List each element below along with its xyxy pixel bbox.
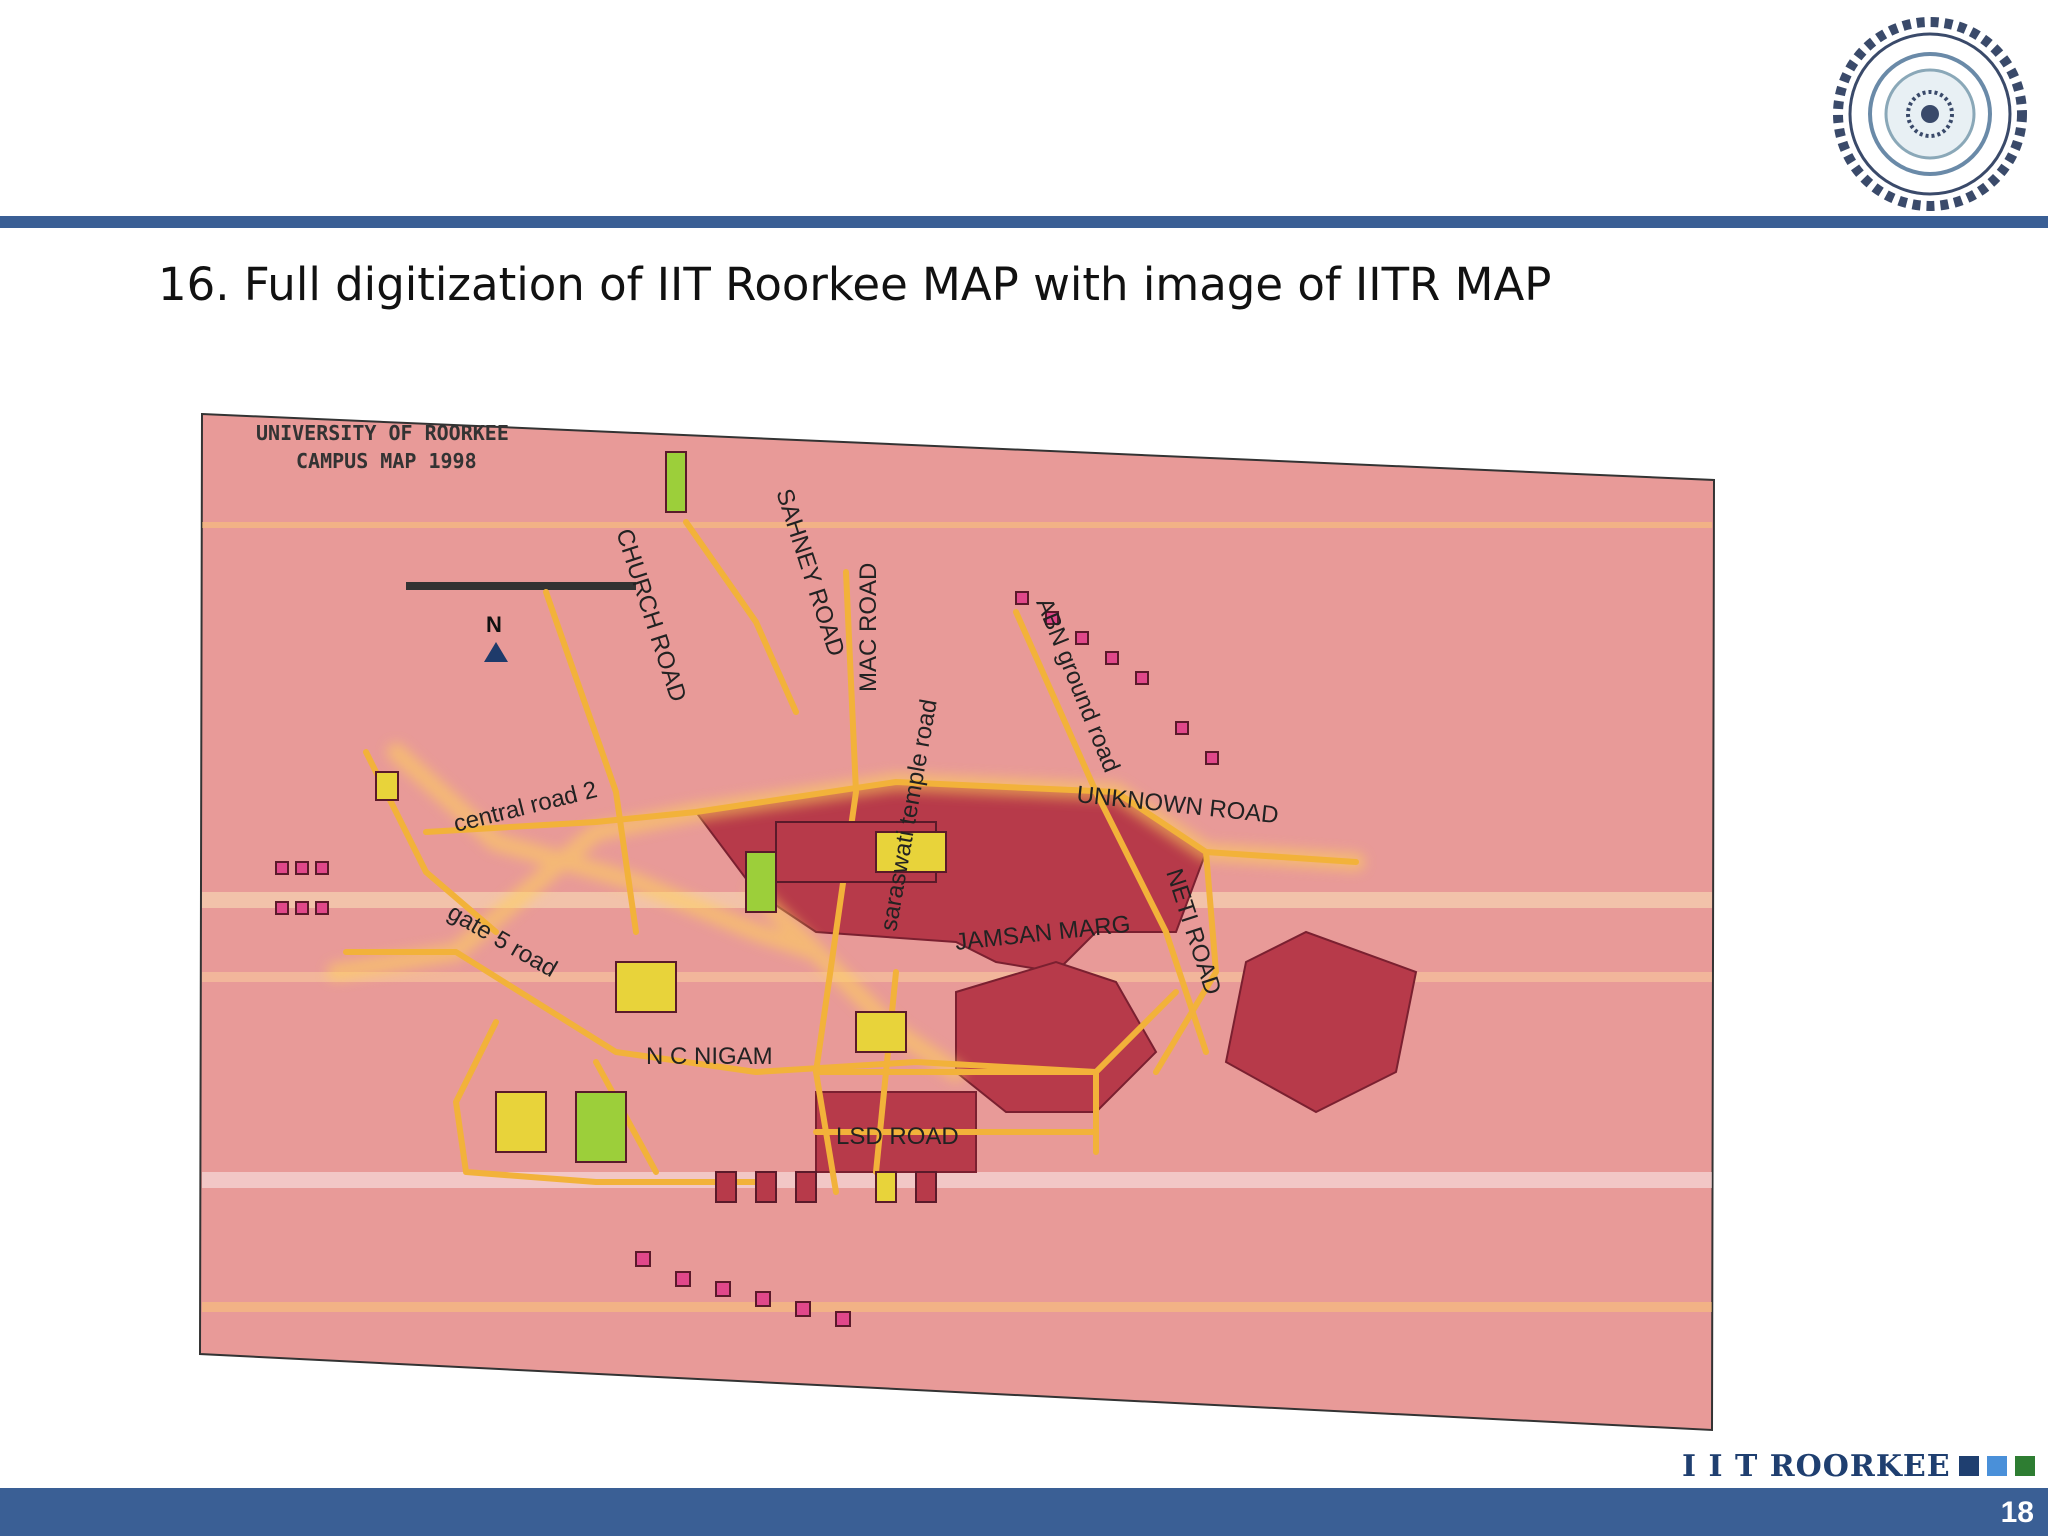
building [1015,591,1029,605]
building [1205,751,1219,765]
building [795,1301,811,1317]
brand-square-icon [1986,1456,2007,1476]
campus-map-image: UNIVERSITY OF ROORKEE CAMPUS MAP 1998 N [196,372,1726,1432]
building [315,861,329,875]
building [575,1091,627,1163]
building [275,861,289,875]
header-rule [0,216,2048,228]
building [275,901,289,915]
building [715,1281,731,1297]
building [755,1171,777,1203]
building [295,901,309,915]
building [1075,631,1089,645]
building [1135,671,1149,685]
map-heading-line2: CAMPUS MAP 1998 [296,449,477,473]
page-number: 18 [2000,1496,2034,1529]
building [295,861,309,875]
seal-gear-icon [1833,17,2027,211]
brand-square-icon [2014,1456,2035,1476]
building [635,1251,651,1267]
building [715,1171,737,1203]
footer-bar: 18 [0,1488,2048,1536]
building [915,1171,937,1203]
road-label-nc-nigam: N C NIGAM [646,1043,773,1070]
building [375,771,399,801]
building [315,901,329,915]
building [665,451,687,513]
building [835,1311,851,1327]
building [745,851,777,913]
brand-text: I I T ROORKEE [1682,1448,1951,1484]
road-label-mac: MAC ROAD [855,563,882,692]
building [875,1171,897,1203]
building [855,1011,907,1053]
building [675,1271,691,1287]
map-heading-line1: UNIVERSITY OF ROORKEE [256,421,509,445]
building [755,1291,771,1307]
road-label-lsd: LSD ROAD [836,1123,959,1150]
brand-square-icon [1958,1456,1979,1476]
building [495,1091,547,1153]
building [795,1171,817,1203]
scale-bar [406,582,636,590]
north-label: N [486,612,502,637]
slide-title: 16. Full digitization of IIT Roorkee MAP… [158,258,1552,311]
brand-wordmark: I I T ROORKEE [1682,1448,2035,1484]
institute-seal-logo [1822,14,2038,214]
building [1175,721,1189,735]
building [615,961,677,1013]
building [1105,651,1119,665]
